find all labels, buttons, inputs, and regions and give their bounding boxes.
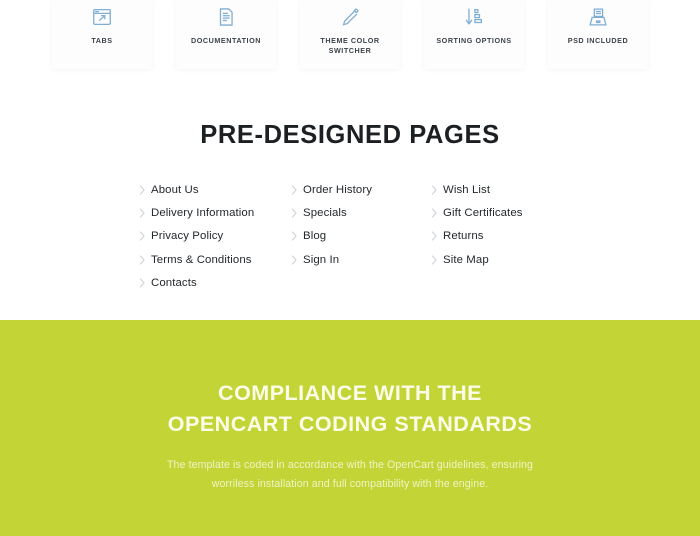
compliance-heading-line2: OPENCART CODING STANDARDS: [167, 412, 533, 437]
file-tray-icon: [587, 2, 609, 32]
sort-descending-arrow-icon: [463, 2, 485, 32]
list-item-label: Order History: [303, 183, 373, 196]
list-item[interactable]: Returns: [431, 225, 571, 248]
compliance-heading: COMPLIANCE WITH THE OPENCART CODING STAN…: [0, 378, 700, 440]
chevron-right-icon: [431, 208, 443, 218]
list-item[interactable]: Privacy Policy: [139, 225, 291, 248]
list-item[interactable]: Wish List: [431, 178, 571, 201]
feature-card-theme-color-switcher[interactable]: THEME COLOR SWITCHER: [300, 0, 400, 69]
list-item-label: Site Map: [443, 253, 489, 266]
chevron-right-icon: [431, 254, 443, 265]
list-item-label: Terms & Conditions: [151, 253, 252, 266]
chevron-right-icon: [291, 254, 303, 265]
list-item[interactable]: Delivery Information: [139, 201, 291, 224]
chevron-right-icon: [291, 231, 303, 241]
list-item-label: Delivery Information: [151, 206, 255, 219]
list-item[interactable]: Sign In: [291, 248, 431, 271]
list-item-label: Privacy Policy: [151, 230, 224, 243]
list-item[interactable]: About Us: [139, 178, 291, 201]
chevron-right-icon: [431, 185, 443, 195]
chevron-right-icon: [139, 254, 151, 265]
feature-cards-row: TABS DOCUMENTATION THEME COLOR SWITCHER: [0, 0, 700, 69]
chevron-right-icon: [431, 231, 443, 241]
list-item[interactable]: Blog: [291, 225, 431, 248]
list-item[interactable]: Contacts: [139, 271, 291, 294]
feature-card-psd-included[interactable]: PSD INCLUDED: [548, 0, 648, 69]
feature-card-label: PSD INCLUDED: [567, 36, 629, 45]
pages-column-1: About Us Delivery Information Privacy Po…: [139, 178, 291, 294]
compliance-heading-line1: COMPLIANCE WITH THE: [218, 381, 482, 405]
list-item-label: Contacts: [151, 276, 197, 289]
feature-card-label: TABS: [91, 36, 113, 45]
list-item[interactable]: Site Map: [431, 248, 571, 271]
list-item[interactable]: Order History: [291, 178, 431, 201]
chevron-right-icon: [139, 231, 151, 241]
list-item[interactable]: Gift Certificates: [431, 201, 571, 224]
list-item-label: Specials: [303, 206, 347, 219]
feature-card-documentation[interactable]: DOCUMENTATION: [176, 0, 276, 69]
feature-card-tabs[interactable]: TABS: [52, 0, 152, 69]
compliance-description: The template is coded in accordance with…: [166, 459, 534, 490]
feature-card-label: THEME COLOR SWITCHER: [320, 36, 380, 56]
list-item-label: Sign In: [303, 253, 340, 266]
browser-window-arrow-icon: [91, 2, 113, 32]
list-item[interactable]: Terms & Conditions: [139, 248, 291, 271]
pages-column-3: Wish List Gift Certificates Returns Site…: [431, 178, 571, 294]
eyedropper-icon: [339, 2, 361, 32]
document-lines-icon: [215, 2, 237, 32]
list-item-label: Gift Certificates: [443, 206, 523, 219]
chevron-right-icon: [139, 185, 151, 195]
list-item[interactable]: Specials: [291, 201, 431, 224]
pre-designed-pages-section: PRE-DESIGNED PAGES About Us Delivery Inf…: [0, 69, 700, 294]
pages-column-2: Order History Specials Blog Sign In: [291, 178, 431, 294]
chevron-right-icon: [291, 208, 303, 218]
list-item-label: Wish List: [443, 183, 491, 196]
pages-link-columns: About Us Delivery Information Privacy Po…: [0, 178, 700, 294]
feature-card-sorting-options[interactable]: SORTING OPTIONS: [424, 0, 524, 69]
page-title: PRE-DESIGNED PAGES: [200, 121, 500, 149]
feature-card-label: DOCUMENTATION: [191, 36, 261, 45]
list-item-label: Returns: [443, 230, 484, 243]
feature-card-label: SORTING OPTIONS: [436, 36, 512, 45]
chevron-right-icon: [291, 185, 303, 195]
chevron-right-icon: [139, 208, 151, 218]
compliance-section: COMPLIANCE WITH THE OPENCART CODING STAN…: [0, 320, 700, 536]
list-item-label: About Us: [151, 183, 199, 196]
list-item-label: Blog: [303, 230, 327, 243]
chevron-right-icon: [139, 278, 151, 288]
